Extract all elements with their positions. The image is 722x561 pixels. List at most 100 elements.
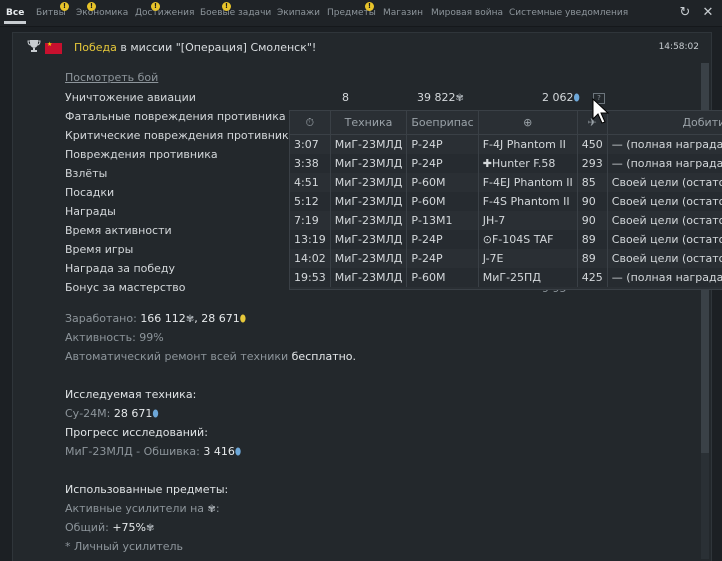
tab-crews[interactable]: Экипажи: [277, 8, 320, 18]
victory-word: Победа: [74, 41, 117, 54]
cell-target: ⊙F-104S TAF: [478, 230, 578, 249]
cell-target: F-4EJ Phantom II: [478, 173, 578, 192]
stat-air-kills[interactable]: Уничтожение авиации: [65, 91, 196, 104]
tab-economy[interactable]: Экономика!: [76, 2, 129, 18]
tab-store[interactable]: Магазин: [383, 8, 423, 18]
view-battle-link[interactable]: Посмотреть бой: [65, 71, 158, 84]
active-boosters-suffix: :: [215, 502, 220, 515]
message-header: Победа в миссии "[Операция] Смоленск"! 1…: [13, 33, 711, 59]
research-points-icon: ⬮: [152, 409, 159, 420]
cell-ammo: Р-24Р: [406, 249, 479, 268]
cell-ammo: Р-24Р: [406, 154, 479, 173]
research-progress-label: МиГ-23МЛД - Обшивка:: [65, 445, 204, 458]
target-name: F-4S Phantom II: [482, 195, 570, 208]
cell-finish: — (полная награда): [607, 154, 722, 173]
tab-items-badge-icon: !: [365, 2, 374, 11]
tab-economy-label: Экономика: [76, 8, 129, 18]
time-header-icon: ⏱: [290, 111, 331, 135]
message-time: 14:58:02: [658, 42, 699, 52]
cell-target: F-4S Phantom II: [478, 192, 578, 211]
stat-game-time[interactable]: Время игры: [65, 243, 133, 256]
target-name: Hunter F.58: [491, 157, 556, 170]
cell-vehicle: МиГ-23МЛД: [330, 154, 408, 173]
active-boosters-label: Активные усилители на: [65, 502, 208, 515]
tab-battle-tasks-label: Боевые задачи: [200, 8, 272, 18]
cell-ammo: Р-60М: [406, 173, 479, 192]
cell-ammo: Р-60М: [406, 268, 479, 287]
cell-finish: — (полная награда): [607, 134, 722, 154]
ammo-header: Боеприпас: [406, 111, 479, 135]
mission-name: в миссии "[Операция] Смоленск"!: [116, 41, 317, 54]
tab-battle-tasks[interactable]: Боевые задачи!: [200, 2, 272, 18]
stat-victory-reward[interactable]: Награда за победу: [65, 262, 175, 275]
earned-rp: 28 671: [201, 312, 240, 325]
research-progress-rp: 3 416: [203, 445, 235, 458]
table-row: 3:38 МиГ-23МЛД Р-24Р ✚Hunter F.58 293— (полн…: [290, 154, 722, 173]
stat-awards[interactable]: Награды: [65, 205, 116, 218]
research-vehicle: Су-24М: 28 671⬮: [65, 407, 159, 420]
close-icon[interactable]: ✕: [701, 6, 715, 20]
table-row: 13:19 МиГ-23МЛД Р-24Р ⊙F-104S TAF 89 Своей це…: [290, 230, 722, 249]
stat-landings[interactable]: Посадки: [65, 186, 114, 199]
cell-vehicle: МиГ-23МЛД: [330, 230, 408, 249]
tab-system-notifications[interactable]: Системные уведомления: [509, 8, 628, 18]
research-header: Исследуемая техника:: [65, 388, 197, 401]
stat-takeoffs[interactable]: Взлёты: [65, 167, 107, 180]
silver-lion-icon: ✾: [185, 314, 195, 325]
research-progress-line: МиГ-23МЛД - Обшивка: 3 416⬮: [65, 445, 241, 458]
target-header-icon: ⊕: [478, 111, 578, 135]
earned-line: Заработано: 166 112✾, 28 671⬮: [65, 312, 246, 325]
target-name: F-104S TAF: [491, 233, 554, 246]
total-booster-value: +75%: [112, 521, 146, 534]
tab-items[interactable]: Предметы!: [327, 2, 376, 18]
cell-score: 89: [577, 249, 608, 268]
stat-air-kills-rp: 2 062⬮: [542, 91, 580, 104]
stat-air-kills-silver-value: 39 822: [417, 91, 456, 104]
stat-skill-bonus[interactable]: Бонус за мастерство: [65, 281, 186, 294]
research-progress-header: Прогресс исследований:: [65, 426, 208, 439]
stat-air-kills-count: 8: [342, 91, 349, 104]
stat-fatal-damage[interactable]: Фатальные повреждения противника: [65, 110, 286, 123]
notification-tabs: Все Битвы! Экономика! Достижения! Боевые…: [0, 0, 722, 27]
cell-target: F-4J Phantom II: [478, 134, 578, 154]
stat-air-kills-silver: 39 822✾: [417, 91, 464, 104]
cell-target: ✚Hunter F.58: [478, 154, 578, 173]
total-booster-line: Общий: +75%✾: [65, 521, 154, 534]
cell-ammo: Р-24Р: [406, 230, 479, 249]
research-points-icon: ⬮: [234, 447, 242, 458]
earned-silver: 166 112: [140, 312, 186, 325]
tab-battles-badge-icon: !: [60, 2, 69, 11]
cell-vehicle: МиГ-23МЛД: [330, 134, 408, 154]
stat-damage[interactable]: Повреждения противника: [65, 148, 218, 161]
tab-all[interactable]: Все: [6, 8, 24, 18]
cell-score: 85: [577, 173, 608, 192]
kills-table-header: ⏱ Техника Боеприпас ⊕ ✈ Добитие: [290, 111, 722, 135]
stat-activity-time[interactable]: Время активности: [65, 224, 172, 237]
trophy-icon: [27, 40, 41, 52]
activity-line: Активность: 99%: [65, 331, 164, 344]
cell-ammo: Р-24Р: [406, 134, 479, 154]
target-name: J-7E: [482, 252, 504, 265]
cell-time: 4:51: [290, 173, 331, 192]
cell-time: 19:53: [290, 268, 331, 287]
table-row: 4:51 МиГ-23МЛД Р-60М F-4EJ Phantom II 85 Свое…: [290, 173, 722, 192]
cell-finish: — (полная награда): [607, 268, 722, 287]
table-row: 3:07 МиГ-23МЛД Р-24Р F-4J Phantom II 450— (п…: [290, 134, 722, 154]
target-name: F-4J Phantom II: [482, 138, 566, 151]
tab-achievements[interactable]: Достижения!: [135, 2, 195, 18]
tab-achievements-label: Достижения: [135, 8, 195, 18]
tab-world-war[interactable]: Мировая война: [431, 8, 503, 18]
refresh-icon[interactable]: ↻: [678, 6, 692, 20]
cell-vehicle: МиГ-23МЛД: [330, 268, 408, 287]
cell-finish: Своей цели (остаток: [607, 230, 722, 249]
active-tab-indicator: [4, 21, 26, 24]
cell-score: 89: [577, 230, 608, 249]
tab-economy-badge-icon: !: [87, 2, 96, 11]
tab-battles[interactable]: Битвы!: [36, 2, 69, 18]
target-name: F-4EJ Phantom II: [482, 176, 573, 189]
cell-score: 450: [577, 134, 608, 154]
research-vehicle-label: Су-24М:: [65, 407, 114, 420]
cell-time: 14:02: [290, 249, 331, 268]
stat-critical-damage[interactable]: Критические повреждения противника: [65, 129, 295, 142]
repair-line: Автоматический ремонт всей техники беспл…: [65, 350, 356, 363]
